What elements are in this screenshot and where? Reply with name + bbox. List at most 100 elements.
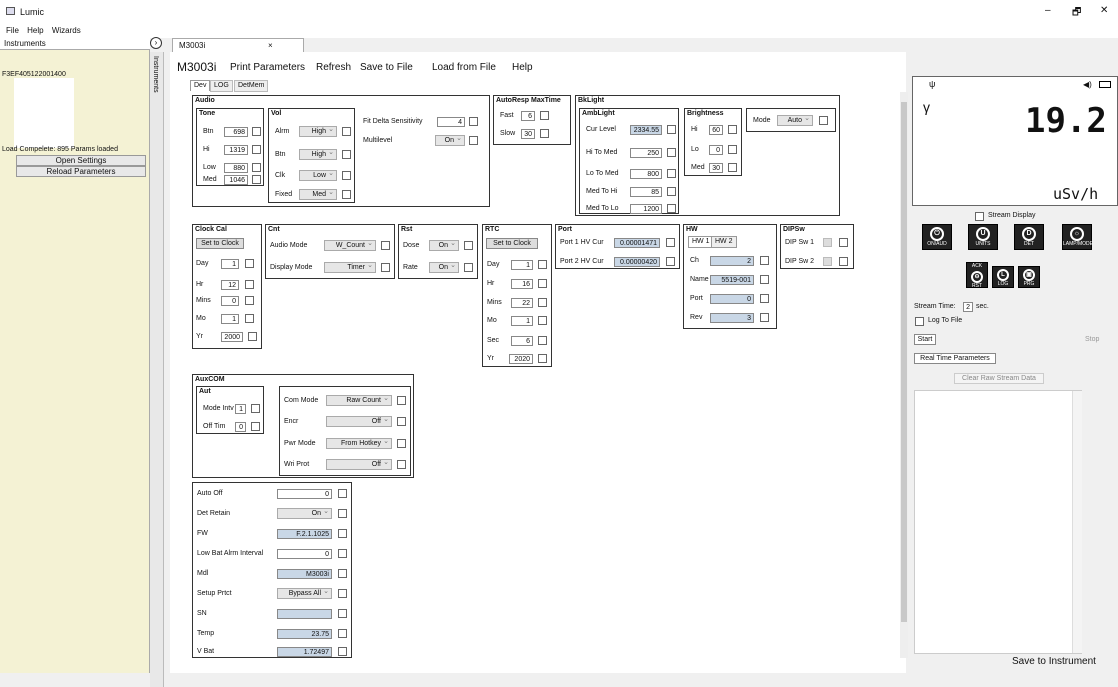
low-bat-input[interactable]: 0 [277,549,332,559]
med-to-hi-checkbox[interactable] [667,187,676,196]
fit-delta-checkbox[interactable] [469,117,478,126]
tab-dev[interactable]: Dev [190,80,211,91]
bright-lo-checkbox[interactable] [728,145,737,154]
bright-med-checkbox[interactable] [728,163,737,172]
rtc-yr-checkbox[interactable] [538,354,547,363]
vol-btn-select[interactable]: High [299,148,337,160]
dipsw1-checkbox[interactable] [839,238,848,247]
fast-checkbox[interactable] [540,111,549,120]
port2-checkbox[interactable] [666,257,675,266]
display-mode-select[interactable]: Timer [324,261,376,273]
vol-clk-checkbox[interactable] [342,171,351,180]
clock-yr-checkbox[interactable] [248,332,257,341]
rtc-mo-checkbox[interactable] [538,316,547,325]
multilevel-select[interactable]: On [435,134,465,146]
off-tim-input[interactable]: 0 [235,422,246,432]
rtc-hr-input[interactable]: 16 [511,279,533,289]
reload-parameters-button[interactable]: Reload Parameters [16,166,146,177]
vol-alrm-checkbox[interactable] [342,127,351,136]
vol-fixed-select[interactable]: Med [299,188,337,200]
tone-med-checkbox[interactable] [252,175,261,184]
tab-m3003i[interactable]: M3003i × [172,38,304,52]
clock-mo-input[interactable]: 1 [221,314,239,324]
prg-button[interactable]: ▣ PRG [1018,266,1040,288]
hw1-tab[interactable]: HW 1 [688,236,714,248]
encr-select[interactable]: Off [326,415,392,427]
collapse-pane-icon[interactable]: › [150,37,162,49]
clock-mins-input[interactable]: 0 [221,296,239,306]
real-time-parameters-button[interactable]: Real Time Parameters [914,353,996,364]
hw-port-checkbox[interactable] [760,294,769,303]
load-from-file-button[interactable]: Load from File [432,62,496,73]
tone-low-input[interactable]: 880 [224,163,248,173]
multilevel-checkbox[interactable] [469,136,478,145]
clock-mins-checkbox[interactable] [245,296,254,305]
onaud-button[interactable]: ⏻ ON/AUD [922,224,952,250]
hi-to-med-input[interactable]: 250 [630,148,662,158]
log-button[interactable]: L LOG [992,266,1014,288]
rate-checkbox[interactable] [464,263,473,272]
open-settings-button[interactable]: Open Settings [16,155,146,166]
med-to-lo-input[interactable]: 1200 [630,204,662,214]
close-button[interactable]: ✕ [1100,5,1108,16]
menu-wizards[interactable]: Wizards [52,24,81,38]
tone-btn-checkbox[interactable] [252,127,261,136]
rtc-sec-input[interactable]: 6 [511,336,533,346]
ack-rst-button[interactable]: ACK ⊖ RST [966,262,988,289]
instruments-strip[interactable]: Instruments [150,52,164,687]
hw-rev-checkbox[interactable] [760,313,769,322]
main-scrollbar[interactable] [900,92,908,658]
dipsw2-checkbox[interactable] [839,257,848,266]
setup-prtct-checkbox[interactable] [338,589,347,598]
v-bat-checkbox[interactable] [338,647,347,656]
audio-mode-select[interactable]: W_Count [324,239,376,251]
pwr-mode-checkbox[interactable] [397,439,406,448]
units-button[interactable]: U UNITS [968,224,998,250]
menu-help[interactable]: Help [27,24,43,38]
minimize-button[interactable]: – [1045,5,1051,16]
stream-time-input[interactable]: 2 [963,302,973,312]
tab-detmem[interactable]: DetMem [234,80,269,92]
rtc-day-checkbox[interactable] [538,260,547,269]
clock-hr-input[interactable]: 12 [221,280,239,290]
rtc-hr-checkbox[interactable] [538,279,547,288]
vol-fixed-checkbox[interactable] [342,190,351,199]
display-mode-checkbox[interactable] [381,263,390,272]
off-tim-checkbox[interactable] [251,422,260,431]
pwr-mode-select[interactable]: From Hotkey [326,437,392,449]
clear-raw-stream-button[interactable]: Clear Raw Stream Data [954,373,1044,384]
slow-checkbox[interactable] [540,129,549,138]
mode-checkbox[interactable] [819,116,828,125]
mode-intv-input[interactable]: 1 [235,404,246,414]
bright-hi-checkbox[interactable] [728,125,737,134]
audio-mode-checkbox[interactable] [381,241,390,250]
tone-low-checkbox[interactable] [252,163,261,172]
slow-input[interactable]: 30 [521,129,535,139]
print-parameters-button[interactable]: Print Parameters [230,62,305,73]
com-mode-checkbox[interactable] [397,396,406,405]
restore-button[interactable]: 🗗 [1072,5,1081,22]
tone-med-input[interactable]: 1046 [224,175,248,185]
auto-off-checkbox[interactable] [338,489,347,498]
rtc-mins-checkbox[interactable] [538,298,547,307]
clock-set-button[interactable]: Set to Clock [196,238,244,249]
rtc-sec-checkbox[interactable] [538,336,547,345]
stop-button[interactable]: Stop [1085,336,1099,343]
scrollbar-thumb[interactable] [901,102,907,622]
clock-hr-checkbox[interactable] [245,280,254,289]
instrument-serial[interactable]: F3EF405122001400 [2,71,66,78]
vol-alrm-select[interactable]: High [299,125,337,137]
menu-file[interactable]: File [6,24,19,38]
bright-hi-input[interactable]: 60 [709,125,723,135]
mode-select[interactable]: Auto [777,114,813,126]
stream-scrollbar[interactable] [1072,391,1082,653]
hi-to-med-checkbox[interactable] [667,148,676,157]
tone-hi-input[interactable]: 1319 [224,145,248,155]
save-to-file-button[interactable]: Save to File [360,62,413,73]
clock-mo-checkbox[interactable] [245,314,254,323]
rtc-day-input[interactable]: 1 [511,260,533,270]
lo-to-med-input[interactable]: 800 [630,169,662,179]
start-button[interactable]: Start [914,334,936,345]
hw2-tab[interactable]: HW 2 [711,236,737,248]
det-retain-select[interactable]: On [277,507,332,519]
